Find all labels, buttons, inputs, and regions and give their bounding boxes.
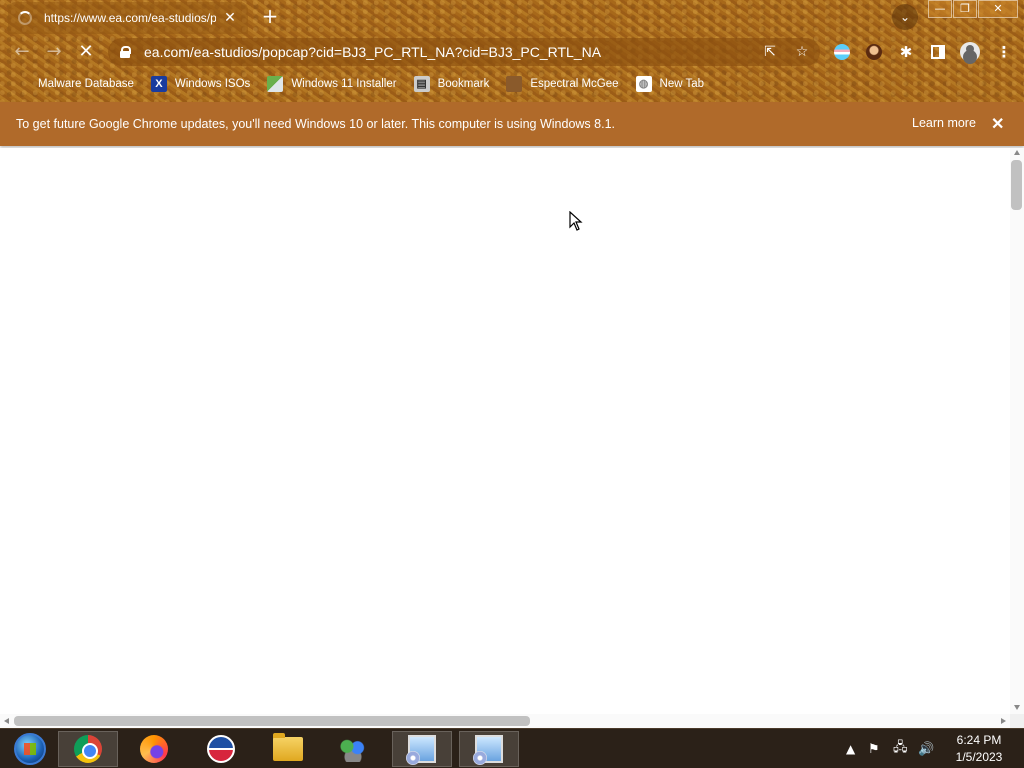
- address-bar[interactable]: ea.com/ea-studios/popcap?cid=BJ3_PC_RTL_…: [108, 38, 820, 66]
- taskbar-firefox[interactable]: [124, 731, 184, 767]
- volume-icon[interactable]: 🔊: [918, 729, 934, 768]
- vertical-scroll-thumb[interactable]: [1011, 160, 1022, 210]
- taskbar-setup-1[interactable]: [392, 731, 452, 767]
- obama-logo-icon: [207, 735, 235, 763]
- close-icon[interactable]: ✕: [991, 114, 1004, 134]
- scroll-down-arrow-icon[interactable]: [1014, 705, 1020, 710]
- update-infobar: To get future Google Chrome updates, you…: [0, 102, 1024, 146]
- installer-icon: [267, 76, 284, 92]
- show-hidden-icons-chevron-icon[interactable]: ▲: [846, 729, 855, 768]
- start-orb-icon: [14, 733, 46, 765]
- taskbar-obama-app[interactable]: [191, 731, 251, 767]
- clock[interactable]: 6:24 PM 1/5/2023: [944, 732, 1014, 766]
- taskbar-chrome[interactable]: [58, 731, 118, 767]
- vertical-scrollbar[interactable]: [1010, 148, 1024, 714]
- lock-icon[interactable]: [120, 46, 131, 58]
- close-icon[interactable]: ✕: [222, 10, 238, 26]
- maximize-button[interactable]: ❐: [953, 0, 977, 18]
- loading-spinner-icon: [18, 11, 32, 25]
- bookmark-espectral-mcgee[interactable]: Espectral McGee: [506, 76, 619, 92]
- chrome-icon: [74, 735, 102, 763]
- tab-title: https://www.ea.com/ea-studios/p: [44, 11, 216, 25]
- blank-icon: [16, 76, 32, 92]
- url-text[interactable]: ea.com/ea-studios/popcap?cid=BJ3_PC_RTL_…: [144, 44, 601, 60]
- taskbar: ▲ ⚑ 🖧 🔊 6:24 PM 1/5/2023: [0, 728, 1024, 768]
- taskbar-messenger[interactable]: [323, 731, 383, 767]
- scrollbar-corner: [1010, 714, 1024, 728]
- tab-search-button[interactable]: ⌄: [892, 4, 918, 30]
- close-window-button[interactable]: ✕: [978, 0, 1018, 18]
- extension-flag-icon[interactable]: [830, 40, 854, 64]
- taskbar-file-explorer[interactable]: [258, 731, 318, 767]
- firefox-icon: [140, 735, 168, 763]
- setup-icon: [473, 735, 503, 765]
- extension-avatar-icon[interactable]: [862, 40, 886, 64]
- minimize-button[interactable]: —: [928, 0, 952, 18]
- bookmark-item[interactable]: ▤ Bookmark: [413, 76, 490, 92]
- horizontal-scroll-thumb[interactable]: [14, 716, 530, 726]
- taskbar-setup-2[interactable]: [459, 731, 519, 767]
- action-center-flag-icon[interactable]: ⚑: [868, 729, 880, 768]
- globe-icon: ◍: [635, 76, 652, 92]
- bookmark-star-icon[interactable]: ☆: [792, 42, 812, 62]
- bookmark-malware-database[interactable]: Malware Database: [16, 76, 134, 92]
- share-icon[interactable]: ⇱: [760, 42, 780, 62]
- bookmark-label: Bookmark: [437, 78, 490, 90]
- scroll-right-arrow-icon[interactable]: [1001, 718, 1006, 724]
- messenger-icon: [338, 736, 368, 762]
- horizontal-scrollbar[interactable]: [0, 714, 1010, 728]
- scroll-left-arrow-icon[interactable]: [4, 718, 9, 724]
- start-button[interactable]: [0, 731, 60, 767]
- extensions-puzzle-icon[interactable]: ✱: [894, 40, 918, 64]
- stop-loading-button[interactable]: ✕: [74, 40, 98, 64]
- back-button[interactable]: ←: [10, 40, 34, 64]
- side-panel-icon[interactable]: [926, 40, 950, 64]
- scroll-up-arrow-icon[interactable]: [1014, 150, 1020, 155]
- bookmark-label: Malware Database: [38, 78, 134, 90]
- tab-active[interactable]: https://www.ea.com/ea-studios/p ✕: [8, 2, 248, 34]
- page-content[interactable]: [0, 148, 1010, 714]
- folder-icon: [273, 733, 303, 761]
- x-logo-icon: X: [150, 76, 167, 92]
- learn-more-link[interactable]: Learn more: [912, 116, 976, 130]
- new-tab-button[interactable]: +: [258, 5, 282, 29]
- bookmark-windows-11-installer[interactable]: Windows 11 Installer: [267, 76, 397, 92]
- bookmark-label: Windows 11 Installer: [291, 78, 397, 90]
- clock-date: 1/5/2023: [955, 750, 1003, 764]
- infobar-message: To get future Google Chrome updates, you…: [16, 117, 615, 131]
- bookmarks-bar: Malware Database X Windows ISOs Windows …: [0, 74, 721, 94]
- bookmark-label: Espectral McGee: [530, 78, 619, 90]
- profile-icon[interactable]: [958, 40, 982, 64]
- face-icon: [506, 76, 523, 92]
- bookmark-label: New Tab: [659, 78, 705, 90]
- bookmark-windows-isos[interactable]: X Windows ISOs: [150, 76, 251, 92]
- clock-time: 6:24 PM: [956, 733, 1002, 747]
- document-icon: ▤: [413, 76, 430, 92]
- bookmark-new-tab[interactable]: ◍ New Tab: [635, 76, 705, 92]
- setup-icon: [406, 735, 436, 765]
- forward-button[interactable]: →: [42, 40, 66, 64]
- bookmark-label: Windows ISOs: [174, 78, 251, 90]
- menu-icon[interactable]: ⋮: [992, 40, 1016, 64]
- network-icon[interactable]: 🖧: [893, 729, 908, 768]
